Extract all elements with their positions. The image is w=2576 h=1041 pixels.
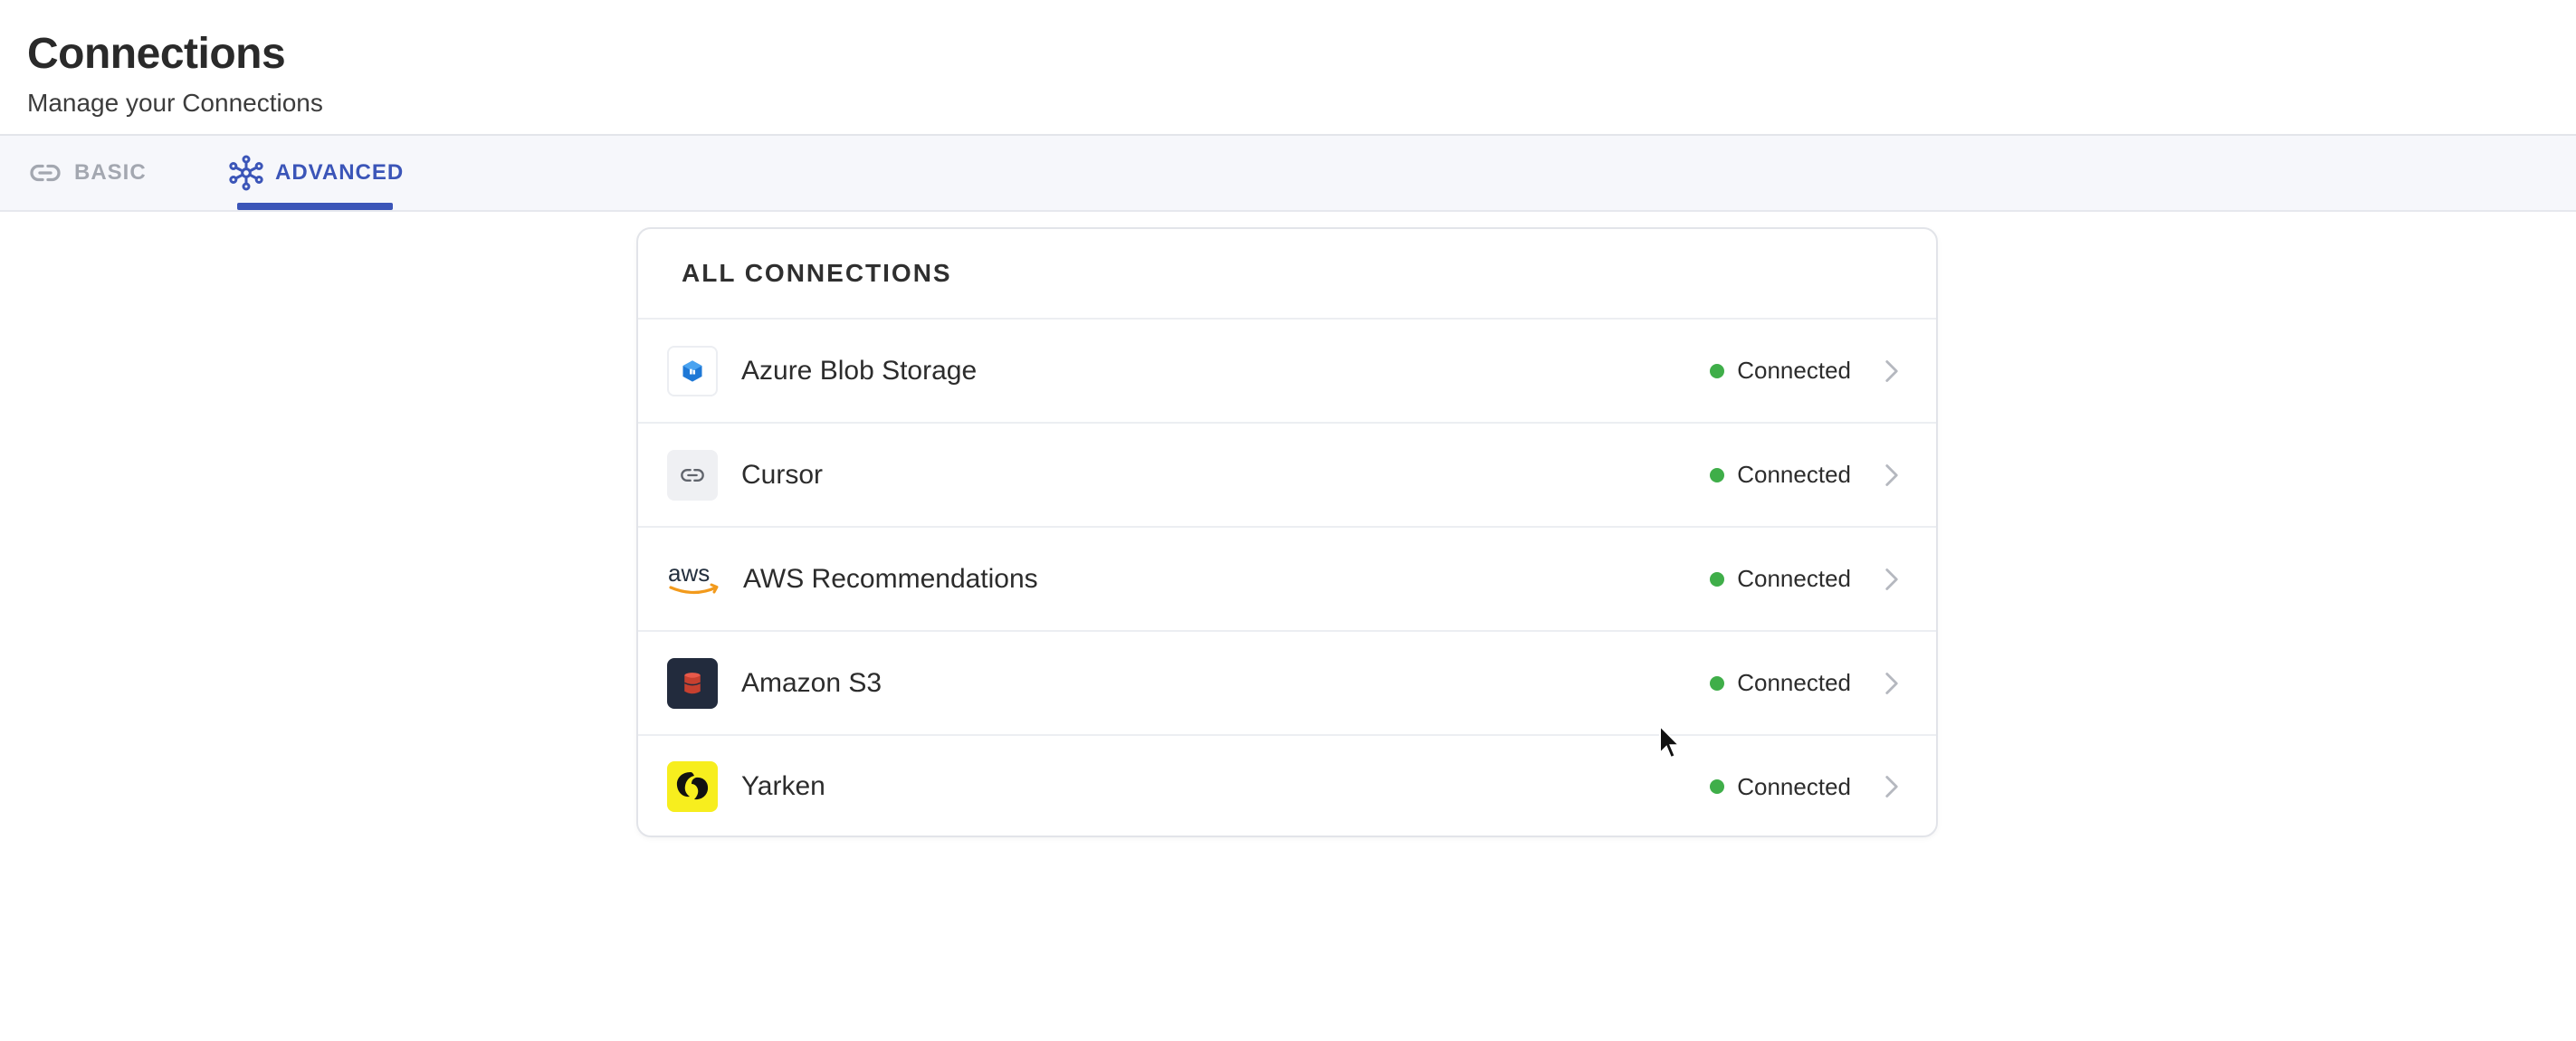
- network-nodes-icon: [228, 155, 264, 191]
- status-text: Connected: [1737, 772, 1851, 800]
- status-text: Connected: [1737, 669, 1851, 696]
- chevron-right-icon: [1884, 736, 1900, 836]
- card-title: ALL CONNECTIONS: [682, 259, 952, 287]
- status-indicator: Connected: [1710, 736, 1851, 836]
- link-icon: [667, 449, 718, 501]
- tab-advanced[interactable]: ADVANCED: [228, 136, 404, 210]
- link-icon: [27, 155, 63, 191]
- tab-basic[interactable]: BASIC: [27, 136, 147, 210]
- status-text: Connected: [1737, 461, 1851, 488]
- amazon-s3-icon: [667, 657, 718, 709]
- yarken-logo-icon: [667, 761, 718, 812]
- chevron-right-icon: [1884, 632, 1900, 734]
- status-dot: [1710, 675, 1725, 691]
- status-dot: [1710, 779, 1725, 794]
- azure-blob-storage-icon: [667, 345, 718, 396]
- page-title: Connections: [27, 30, 286, 78]
- page-subtitle: Manage your Connections: [27, 89, 323, 117]
- status-dot: [1710, 571, 1725, 587]
- status-indicator: Connected: [1710, 528, 1851, 630]
- status-indicator: Connected: [1710, 320, 1851, 422]
- mouse-cursor-icon: [1658, 723, 1682, 760]
- status-text: Connected: [1737, 565, 1851, 592]
- chevron-right-icon: [1884, 528, 1900, 630]
- status-indicator: Connected: [1710, 424, 1851, 526]
- connection-name: Azure Blob Storage: [741, 355, 978, 386]
- chevron-right-icon: [1884, 424, 1900, 526]
- chevron-right-icon: [1884, 320, 1900, 422]
- aws-logo-text: aws: [668, 559, 710, 587]
- aws-logo-icon: aws: [667, 554, 721, 605]
- tab-basic-label: BASIC: [74, 160, 147, 185]
- status-dot: [1710, 363, 1725, 378]
- active-tab-indicator: [237, 203, 393, 210]
- connection-name: Amazon S3: [741, 667, 883, 698]
- status-dot: [1710, 467, 1725, 482]
- connections-card: ALL CONNECTIONS Azure Blob Storage Conne…: [636, 227, 1938, 837]
- tab-advanced-label: ADVANCED: [275, 160, 405, 185]
- connection-row-aws-recommendations[interactable]: aws AWS Recommendations Connected: [638, 528, 1936, 632]
- connection-row-amazon-s3[interactable]: Amazon S3 Connected: [638, 632, 1936, 736]
- tabs-bar: BASIC ADVANCED: [0, 136, 2576, 212]
- connection-name: AWS Recommendations: [743, 563, 1038, 594]
- connection-name: Yarken: [741, 771, 825, 801]
- card-header: ALL CONNECTIONS: [638, 229, 1936, 320]
- connection-row-cursor[interactable]: Cursor Connected: [638, 424, 1936, 528]
- connection-row-yarken[interactable]: Yarken Connected: [638, 736, 1936, 836]
- connection-row-azure-blob-storage[interactable]: Azure Blob Storage Connected: [638, 320, 1936, 424]
- page-header: Connections Manage your Connections: [0, 0, 2576, 136]
- status-text: Connected: [1737, 357, 1851, 384]
- connection-name: Cursor: [741, 459, 824, 490]
- status-indicator: Connected: [1710, 632, 1851, 734]
